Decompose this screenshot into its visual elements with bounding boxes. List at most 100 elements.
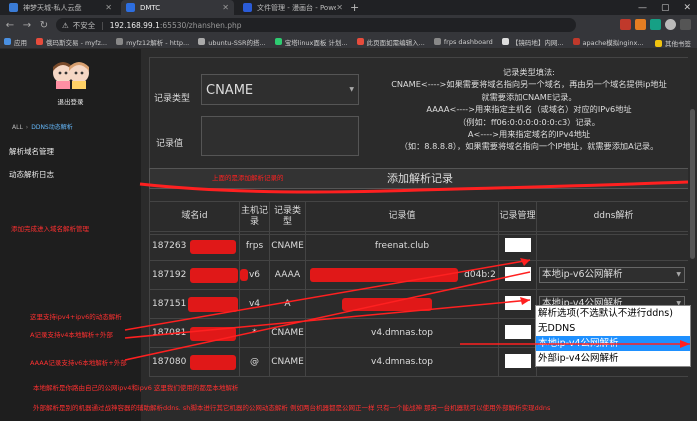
ddns-select[interactable]: 本地ip-v6公网解析 ▼: [539, 267, 685, 283]
chevron-down-icon: ▼: [676, 271, 681, 278]
new-tab-button[interactable]: +: [350, 1, 359, 14]
profile-icon[interactable]: [665, 19, 676, 30]
forward-icon[interactable]: →: [20, 20, 34, 31]
cell-value: d04b:2: [305, 260, 499, 290]
ddns-option-selected[interactable]: 本地ip-v4公网解析: [536, 336, 690, 351]
tab-title: 神梦天城-私人云盘: [23, 3, 82, 12]
bookmarks-bar: 应用 俄玛斯交易 - myfz... myfz12解析 - http... ub…: [0, 35, 697, 49]
bookmark-item[interactable]: myfz12解析 - http...: [116, 37, 189, 47]
bookmark-item[interactable]: 此页面如需编辑入...: [356, 37, 425, 47]
cell-value: freenat.club: [305, 231, 499, 261]
table-header-row: 域名id 主机记录 记录类型 记录值 记录管理 ddns解析: [149, 201, 691, 232]
edit-link[interactable]: [504, 324, 531, 339]
breadcrumb-ddns[interactable]: DDNS动态解析: [31, 124, 73, 131]
breadcrumb: ALL › DDNS动态解析: [12, 124, 73, 131]
cloud-icon: [9, 3, 18, 12]
ddns-dropdown-list: 解析选项(不选默认不进行ddns) 无DDNS 本地ip-v4公网解析 外部ip…: [535, 305, 691, 367]
sidebar-item-domain-management[interactable]: 解析域名管理: [9, 146, 54, 157]
close-window-button[interactable]: ✕: [683, 3, 691, 13]
bookmark-icon: [433, 38, 441, 45]
apps-icon: [4, 38, 11, 45]
tab-title: 文件管理 - 漫画台 - Powered b...: [257, 3, 337, 12]
divider: |: [101, 20, 104, 30]
minimize-button[interactable]: —: [638, 3, 647, 13]
window-controls: — ▢ ✕: [638, 0, 691, 15]
folder-icon: [655, 39, 662, 47]
edit-link[interactable]: [504, 353, 531, 368]
bookmark-item[interactable]: ubuntu-SSR的搭...: [198, 37, 266, 47]
menu-icon[interactable]: [680, 19, 691, 30]
cell-value: [305, 289, 499, 319]
insecure-label: 不安全: [72, 20, 96, 30]
warning-icon: ⚠: [62, 20, 69, 30]
cell-id: 187151: [149, 289, 240, 319]
record-value-input[interactable]: [201, 116, 359, 156]
reload-icon[interactable]: ↻: [37, 20, 51, 31]
ddns-option[interactable]: 外部ip-v4公网解析: [536, 351, 690, 366]
bookmark-item[interactable]: 【镜码地】内网...: [501, 37, 564, 47]
cell-host: frps: [239, 231, 270, 261]
extensions: [620, 19, 691, 30]
annotation-support: 这里支持ipv4+ipv6的动态解析: [30, 313, 122, 321]
chevron-down-icon: ▼: [349, 86, 354, 93]
edit-link[interactable]: [504, 295, 531, 310]
extension-icon[interactable]: [620, 19, 631, 30]
tab-file-manager[interactable]: 文件管理 - 漫画台 - Powered b... ✕: [238, 0, 348, 15]
redaction: [342, 298, 432, 311]
breadcrumb-all[interactable]: ALL: [12, 124, 23, 131]
cell-type: CNAME: [269, 347, 306, 377]
record-value-label: 记录值: [156, 139, 184, 149]
bookmark-other[interactable]: 其他书签: [655, 38, 691, 48]
ddns-option[interactable]: 解析选项(不选默认不进行ddns): [536, 306, 690, 321]
extension-icon[interactable]: [635, 19, 646, 30]
redaction: [310, 268, 458, 282]
maximize-button[interactable]: ▢: [661, 3, 670, 13]
bookmark-icon: [572, 38, 580, 45]
col-header: 主机记录: [239, 201, 270, 232]
cell-host: *: [239, 318, 270, 348]
annotation-local: 本地解析是你路由自己的公网ipv4和ipv6 这里我们使用的都是本地解析: [33, 384, 239, 392]
cell-manage: [498, 289, 537, 319]
bookmark-item[interactable]: 俄玛斯交易 - myfz...: [36, 37, 107, 47]
browser-tab-bar: 神梦天城-私人云盘 ✕ DMTC ✕ 文件管理 - 漫画台 - Powered …: [0, 0, 697, 15]
cell-host: v4: [239, 289, 270, 319]
annotation-a-record: A记录支持v4本地解析+外部: [30, 331, 113, 339]
logout-link[interactable]: 退出登录: [0, 96, 141, 106]
dmtc-icon: [126, 3, 135, 12]
bookmark-icon: [36, 38, 43, 45]
bookmark-icon: [198, 38, 206, 45]
close-icon[interactable]: ✕: [336, 3, 343, 12]
cell-manage: [498, 318, 537, 348]
record-type-label: 记录类型: [154, 94, 191, 104]
close-icon[interactable]: ✕: [222, 3, 229, 12]
tab-dmtc[interactable]: DMTC ✕: [121, 0, 234, 15]
redaction: [190, 268, 238, 283]
ddns-option[interactable]: 无DDNS: [536, 321, 690, 336]
bookmark-item[interactable]: 宝塔linux面板 计划...: [274, 37, 348, 47]
close-icon[interactable]: ✕: [105, 3, 112, 12]
bookmark-item[interactable]: frps dashboard: [433, 38, 493, 46]
cell-manage: [498, 347, 537, 377]
record-type-select[interactable]: CNAME ▼: [201, 74, 359, 105]
scrollbar-thumb[interactable]: [690, 109, 695, 259]
col-header: 记录值: [305, 201, 499, 232]
bookmark-apps[interactable]: 应用: [4, 37, 27, 47]
url-input[interactable]: ⚠ 不安全 | 192.168.99.1 :65530/zhanshen.php: [56, 18, 576, 32]
table-row: 187263 frps CNAME freenat.club: [149, 231, 691, 261]
bookmark-item[interactable]: apache模拟nginx...: [572, 37, 644, 47]
cell-id: 187081: [149, 318, 240, 348]
bookmark-icon: [356, 38, 364, 45]
sidebar-item-ddns-log[interactable]: 动态解析日志: [9, 169, 54, 180]
url-host: 192.168.99.1: [109, 20, 160, 30]
cell-id: 187263: [149, 231, 240, 261]
annotation-external: 外部解析是别的机器通过战神容器的辅助解析ddns. sh脚本进行其它机器的公网动…: [33, 404, 551, 412]
back-icon[interactable]: ←: [3, 20, 17, 31]
edit-link[interactable]: [504, 237, 531, 252]
extension-icon[interactable]: [650, 19, 661, 30]
cell-manage: [498, 260, 537, 290]
tab-private-cloud[interactable]: 神梦天城-私人云盘 ✕: [4, 0, 117, 15]
redaction: [190, 327, 236, 341]
cell-host: v6: [239, 260, 270, 290]
tab-title: DMTC: [140, 3, 161, 12]
edit-link[interactable]: [504, 266, 531, 281]
